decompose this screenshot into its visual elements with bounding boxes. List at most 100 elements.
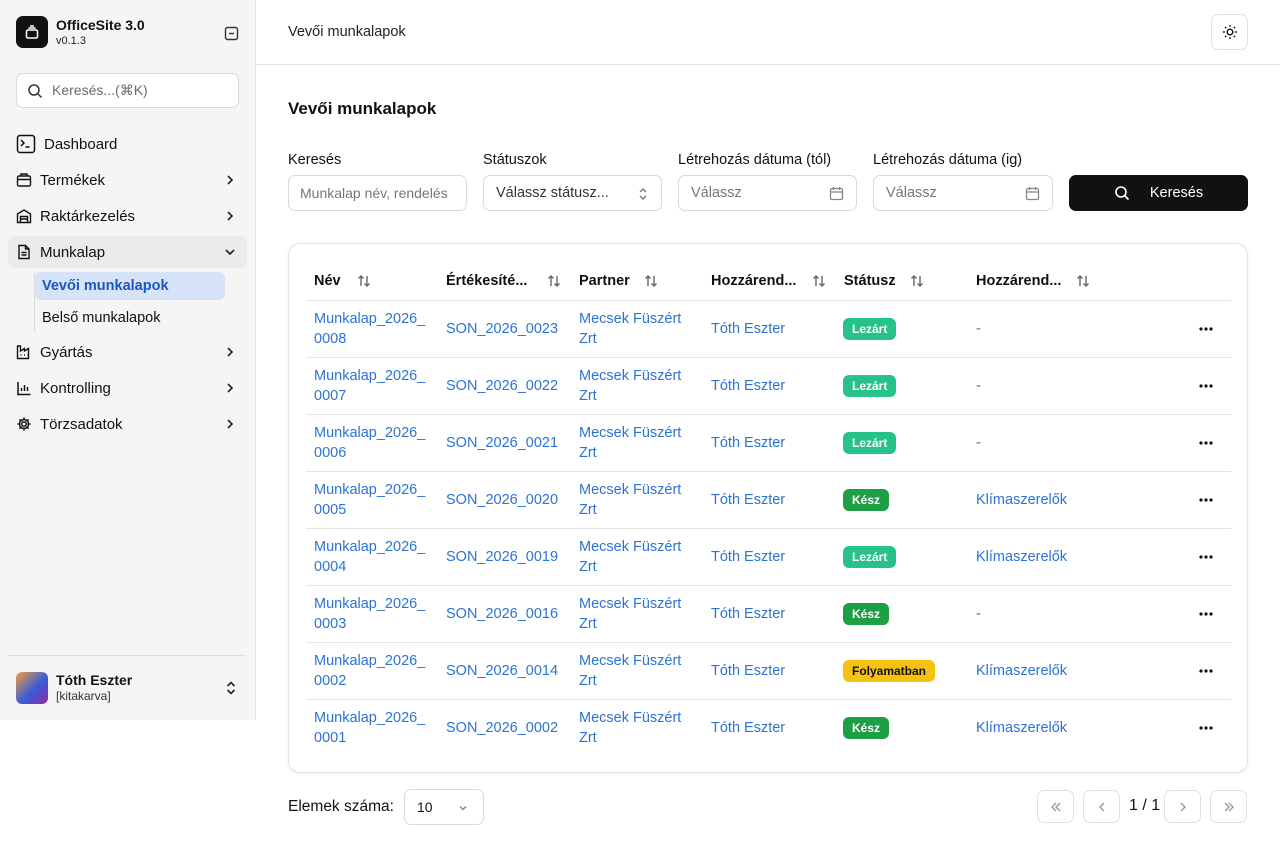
brand[interactable]: OfficeSite 3.0 v0.1.3 bbox=[16, 16, 145, 48]
sale-order-link[interactable]: SON_2026_0022 bbox=[446, 376, 558, 396]
partner-link[interactable]: Mecsek Füszért Zrt bbox=[579, 537, 694, 577]
group-link[interactable]: Klímaszerelők bbox=[976, 490, 1067, 510]
search-button[interactable]: Keresés bbox=[1069, 175, 1248, 211]
sale-order-link[interactable]: SON_2026_0023 bbox=[446, 319, 558, 339]
partner-link[interactable]: Mecsek Füszért Zrt bbox=[579, 423, 694, 463]
assignee-link[interactable]: Tóth Eszter bbox=[711, 547, 785, 567]
assignee-link[interactable]: Tóth Eszter bbox=[711, 490, 785, 510]
assignee-link[interactable]: Tóth Eszter bbox=[711, 319, 785, 339]
group-link[interactable]: - bbox=[976, 376, 981, 396]
sidebar-search-input[interactable]: Keresés...(⌘K) bbox=[16, 73, 239, 108]
sidebar-item-vevoi-munkalapok[interactable]: Vevői munkalapok bbox=[35, 272, 225, 300]
worksheet-name-link[interactable]: Munkalap_2026_0008 bbox=[314, 309, 432, 349]
first-page-button[interactable] bbox=[1037, 790, 1074, 823]
next-page-button[interactable] bbox=[1164, 790, 1201, 823]
calendar-icon bbox=[829, 187, 844, 201]
table-row[interactable]: Munkalap_2026_0007 SON_2026_0022 Mecsek Fü… bbox=[306, 358, 1231, 415]
more-options-icon[interactable] bbox=[1196, 663, 1216, 679]
group-link[interactable]: Klímaszerelők bbox=[976, 661, 1067, 681]
assignee-link[interactable]: Tóth Eszter bbox=[711, 604, 785, 624]
more-options-icon[interactable] bbox=[1196, 378, 1216, 394]
group-link[interactable]: - bbox=[976, 604, 981, 624]
sidebar-item-raktarkezeles[interactable]: Raktárkezelés bbox=[8, 200, 247, 232]
worksheet-name-link[interactable]: Munkalap_2026_0006 bbox=[314, 423, 432, 463]
app-version: v0.1.3 bbox=[56, 34, 86, 47]
sale-order-link[interactable]: SON_2026_0016 bbox=[446, 604, 558, 624]
column-header-assignee[interactable]: Hozzárend... bbox=[711, 273, 796, 289]
partner-link[interactable]: Mecsek Füszért Zrt bbox=[579, 651, 694, 691]
worksheet-name-link[interactable]: Munkalap_2026_0001 bbox=[314, 708, 432, 748]
assignee-link[interactable]: Tóth Eszter bbox=[711, 376, 785, 396]
table-row[interactable]: Munkalap_2026_0001 SON_2026_0002 Mecsek Fü… bbox=[306, 700, 1231, 757]
sort-icon[interactable] bbox=[909, 273, 925, 289]
sidebar-item-belso-munkalapok[interactable]: Belső munkalapok bbox=[35, 304, 225, 332]
more-options-icon[interactable] bbox=[1196, 606, 1216, 622]
table-row[interactable]: Munkalap_2026_0003 SON_2026_0016 Mecsek Fü… bbox=[306, 586, 1231, 643]
assignee-link[interactable]: Tóth Eszter bbox=[711, 661, 785, 681]
table-row[interactable]: Munkalap_2026_0004 SON_2026_0019 Mecsek Fü… bbox=[306, 529, 1231, 586]
partner-link[interactable]: Mecsek Füszért Zrt bbox=[579, 594, 694, 634]
sale-order-link[interactable]: SON_2026_0019 bbox=[446, 547, 558, 567]
page-size-label: Elemek száma: bbox=[288, 798, 394, 815]
more-options-icon[interactable] bbox=[1196, 435, 1216, 451]
search-field[interactable]: Munkalap név, rendelés bbox=[288, 175, 467, 211]
worksheet-name-link[interactable]: Munkalap_2026_0002 bbox=[314, 651, 432, 691]
sort-icon[interactable] bbox=[546, 273, 562, 289]
sort-icon[interactable] bbox=[811, 273, 827, 289]
more-options-icon[interactable] bbox=[1196, 492, 1216, 508]
sale-order-link[interactable]: SON_2026_0021 bbox=[446, 433, 558, 453]
sale-order-link[interactable]: SON_2026_0002 bbox=[446, 718, 558, 738]
sidebar-item-gyartas[interactable]: Gyártás bbox=[8, 336, 247, 368]
chevron-right-icon bbox=[227, 383, 234, 393]
sale-order-link[interactable]: SON_2026_0014 bbox=[446, 661, 558, 681]
group-link[interactable]: - bbox=[976, 433, 981, 453]
theme-toggle-button[interactable] bbox=[1211, 14, 1248, 50]
more-options-icon[interactable] bbox=[1196, 549, 1216, 565]
factory-icon bbox=[16, 344, 32, 360]
column-header-group[interactable]: Hozzárend... bbox=[976, 273, 1061, 289]
sidebar-item-dashboard[interactable]: Dashboard bbox=[8, 128, 247, 160]
sort-icon[interactable] bbox=[1075, 273, 1091, 289]
sort-icon[interactable] bbox=[356, 273, 372, 289]
sale-order-link[interactable]: SON_2026_0020 bbox=[446, 490, 558, 510]
group-link[interactable]: - bbox=[976, 319, 981, 339]
table-row[interactable]: Munkalap_2026_0008 SON_2026_0023 Mecsek Fü… bbox=[306, 301, 1231, 358]
last-page-button[interactable] bbox=[1210, 790, 1247, 823]
sidebar-collapse-icon[interactable] bbox=[220, 22, 242, 44]
worksheet-name-link[interactable]: Munkalap_2026_0007 bbox=[314, 366, 432, 406]
assignee-link[interactable]: Tóth Eszter bbox=[711, 718, 785, 738]
more-options-icon[interactable] bbox=[1196, 720, 1216, 736]
date-from-picker[interactable]: Válassz bbox=[678, 175, 857, 211]
column-header-status[interactable]: Státusz bbox=[844, 273, 896, 289]
user-menu[interactable]: Tóth Eszter [kitakarva] bbox=[8, 655, 246, 704]
worksheet-name-link[interactable]: Munkalap_2026_0003 bbox=[314, 594, 432, 634]
table-row[interactable]: Munkalap_2026_0005 SON_2026_0020 Mecsek Fü… bbox=[306, 472, 1231, 529]
search-field-placeholder: Munkalap név, rendelés bbox=[300, 185, 448, 201]
column-header-partner[interactable]: Partner bbox=[579, 273, 630, 289]
sidebar-item-torzsadatok[interactable]: Törzsadatok bbox=[8, 408, 247, 440]
status-badge: Lezárt bbox=[843, 318, 897, 340]
partner-link[interactable]: Mecsek Füszért Zrt bbox=[579, 366, 694, 406]
table-row[interactable]: Munkalap_2026_0006 SON_2026_0021 Mecsek Fü… bbox=[306, 415, 1231, 472]
status-badge: Lezárt bbox=[843, 375, 897, 397]
partner-link[interactable]: Mecsek Füszért Zrt bbox=[579, 480, 694, 520]
partner-link[interactable]: Mecsek Füszért Zrt bbox=[579, 309, 694, 349]
page-size-select[interactable]: 10 bbox=[404, 789, 484, 825]
sort-icon[interactable] bbox=[643, 273, 659, 289]
sidebar-item-termekek[interactable]: Termékek bbox=[8, 164, 247, 196]
date-to-picker[interactable]: Válassz bbox=[873, 175, 1053, 211]
column-header-name[interactable]: Név bbox=[314, 273, 341, 289]
table-row[interactable]: Munkalap_2026_0002 SON_2026_0014 Mecsek Fü… bbox=[306, 643, 1231, 700]
assignee-link[interactable]: Tóth Eszter bbox=[711, 433, 785, 453]
partner-link[interactable]: Mecsek Füszért Zrt bbox=[579, 708, 694, 748]
worksheet-name-link[interactable]: Munkalap_2026_0004 bbox=[314, 537, 432, 577]
group-link[interactable]: Klímaszerelők bbox=[976, 718, 1067, 738]
status-select[interactable]: Válassz státusz... bbox=[483, 175, 662, 211]
prev-page-button[interactable] bbox=[1083, 790, 1120, 823]
more-options-icon[interactable] bbox=[1196, 321, 1216, 337]
sidebar-item-kontrolling[interactable]: Kontrolling bbox=[8, 372, 247, 404]
worksheet-name-link[interactable]: Munkalap_2026_0005 bbox=[314, 480, 432, 520]
group-link[interactable]: Klímaszerelők bbox=[976, 547, 1067, 567]
sidebar-item-munkalap[interactable]: Munkalap bbox=[8, 236, 247, 268]
column-header-sale[interactable]: Értékesíté... bbox=[446, 273, 527, 289]
